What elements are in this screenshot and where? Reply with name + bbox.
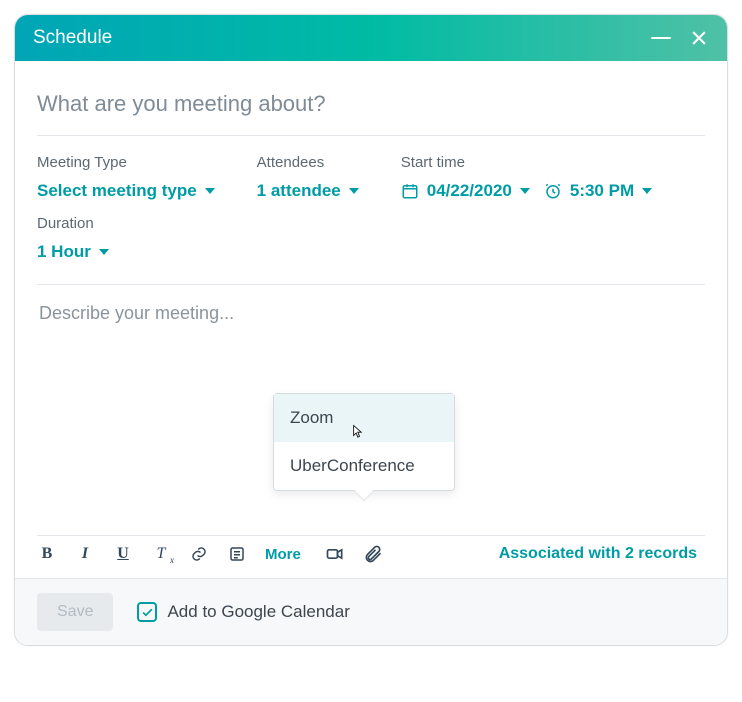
meeting-type-value: Select meeting type: [37, 181, 197, 201]
italic-button[interactable]: I: [75, 544, 95, 564]
minimize-button[interactable]: [651, 37, 671, 40]
duration-value: 1 Hour: [37, 242, 91, 262]
description-editor[interactable]: Describe your meeting... Zoom UberConfer…: [37, 285, 705, 535]
subject-input[interactable]: [37, 83, 705, 136]
attendees-value: 1 attendee: [257, 181, 341, 201]
start-time-value: 5:30 PM: [570, 181, 634, 201]
calendar-icon: [401, 182, 419, 200]
bold-button[interactable]: B: [37, 544, 57, 564]
schedule-dialog: Schedule Meeting Type Select meeting typ…: [14, 14, 728, 646]
underline-button[interactable]: U: [113, 544, 133, 564]
checkbox-icon: [137, 602, 157, 622]
titlebar: Schedule: [15, 15, 727, 61]
add-to-gcal-checkbox[interactable]: Add to Google Calendar: [137, 602, 349, 622]
start-time-label: Start time: [401, 154, 652, 171]
associated-label: Associated with 2 records: [499, 545, 697, 563]
description-placeholder: Describe your meeting...: [37, 285, 705, 324]
meeting-type-label: Meeting Type: [37, 154, 215, 171]
fields-row: Meeting Type Select meeting type Attende…: [37, 136, 705, 285]
popup-tail: [354, 490, 374, 500]
snippet-button[interactable]: [227, 544, 247, 564]
clear-format-button[interactable]: Tx: [151, 544, 171, 564]
more-label: More: [265, 546, 301, 563]
editor-toolbar: B I U Tx More: [37, 535, 705, 578]
start-date-select[interactable]: 04/22/2020: [401, 181, 530, 201]
cursor-pointer-icon: [347, 423, 367, 443]
chevron-down-icon: [520, 188, 530, 194]
start-date-value: 04/22/2020: [427, 181, 512, 201]
dialog-footer: Save Add to Google Calendar: [15, 578, 727, 645]
duration-select[interactable]: 1 Hour: [37, 242, 705, 262]
more-button[interactable]: More: [265, 546, 307, 563]
alarm-clock-icon: [544, 182, 562, 200]
close-button[interactable]: [689, 28, 709, 48]
menu-item-uberconference[interactable]: UberConference: [274, 442, 454, 490]
meeting-type-select[interactable]: Select meeting type: [37, 181, 215, 201]
chevron-down-icon: [99, 249, 109, 255]
link-button[interactable]: [189, 544, 209, 564]
chevron-down-icon: [205, 188, 215, 194]
save-button[interactable]: Save: [37, 593, 113, 631]
attendees-select[interactable]: 1 attendee: [257, 181, 359, 201]
associated-records-select[interactable]: Associated with 2 records: [499, 545, 705, 563]
start-time-select[interactable]: 5:30 PM: [544, 181, 652, 201]
add-to-gcal-label: Add to Google Calendar: [167, 602, 349, 622]
chevron-down-icon: [642, 188, 652, 194]
dialog-title: Schedule: [33, 27, 112, 49]
video-button[interactable]: [325, 544, 345, 564]
attendees-label: Attendees: [257, 154, 359, 171]
attachment-button[interactable]: [363, 544, 383, 564]
chevron-down-icon: [349, 188, 359, 194]
duration-label: Duration: [37, 215, 705, 232]
